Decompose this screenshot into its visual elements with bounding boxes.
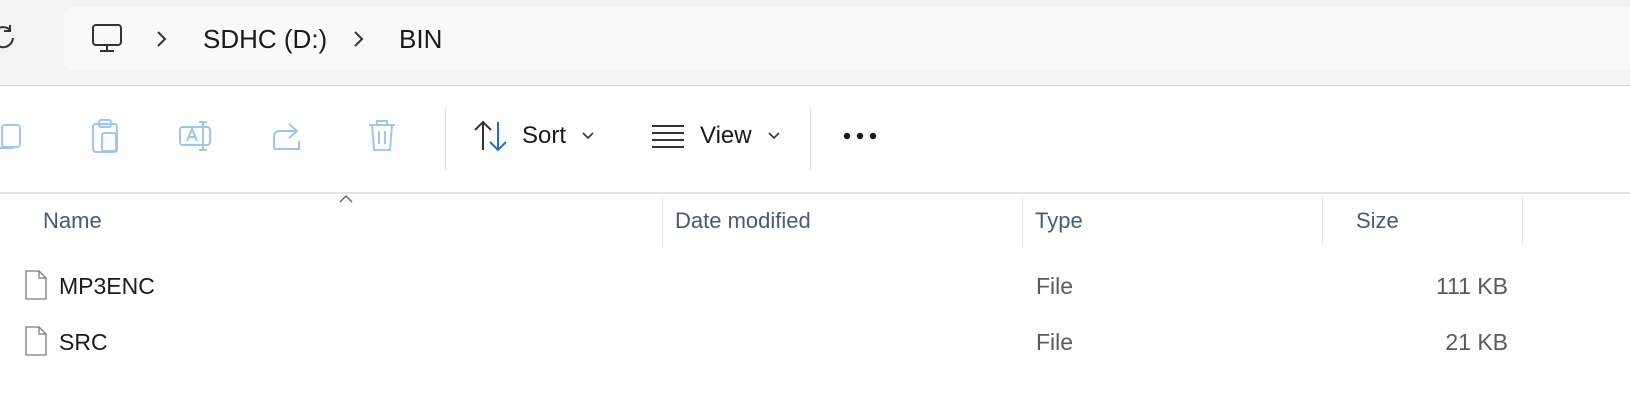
- file-size: 111 KB: [1435, 273, 1508, 299]
- paste-button[interactable]: [85, 116, 125, 156]
- command-bar: Sort View: [0, 86, 1630, 194]
- column-divider[interactable]: [662, 196, 663, 246]
- column-header-date-modified[interactable]: Date modified: [675, 196, 811, 246]
- sort-button[interactable]: Sort: [472, 114, 606, 158]
- address-region: SDHC (D:) BIN: [0, 0, 1630, 86]
- share-button[interactable]: [268, 116, 308, 156]
- file-type: File: [1036, 329, 1074, 355]
- this-pc-icon[interactable]: [90, 23, 124, 53]
- delete-icon: [369, 120, 395, 151]
- sort-label: Sort: [522, 122, 567, 149]
- column-header-size[interactable]: Size: [1356, 196, 1399, 246]
- more-icon: [843, 132, 877, 140]
- column-divider[interactable]: [1322, 196, 1323, 246]
- column-header-name[interactable]: Name: [43, 196, 102, 246]
- chevron-right-icon[interactable]: [351, 29, 367, 49]
- chevron-down-icon: [582, 132, 594, 140]
- file-icon: [25, 270, 47, 300]
- share-icon: [273, 123, 300, 150]
- file-icon: [25, 326, 47, 356]
- chevron-down-icon: [768, 132, 780, 140]
- file-type: File: [1036, 273, 1074, 299]
- file-row[interactable]: SRC File 21 KB: [0, 316, 1630, 370]
- rename-icon: [179, 121, 211, 151]
- chevron-right-icon[interactable]: [154, 29, 170, 49]
- column-header-type[interactable]: Type: [1035, 196, 1083, 246]
- view-icon: [652, 125, 684, 148]
- copy-icon: [0, 124, 21, 149]
- more-options-button[interactable]: [838, 118, 882, 154]
- view-button[interactable]: View: [650, 114, 784, 158]
- divider: [0, 192, 1630, 194]
- file-name: SRC: [59, 329, 108, 355]
- file-size: 21 KB: [1445, 329, 1508, 355]
- column-divider[interactable]: [1022, 196, 1023, 246]
- breadcrumb-folder[interactable]: BIN: [399, 25, 442, 53]
- column-divider[interactable]: [1522, 196, 1523, 246]
- divider: [810, 108, 811, 170]
- breadcrumb-drive[interactable]: SDHC (D:): [203, 25, 327, 53]
- view-label: View: [700, 122, 752, 149]
- sort-ascending-icon: [339, 195, 353, 203]
- copy-button[interactable]: [0, 118, 26, 154]
- divider: [445, 108, 446, 170]
- delete-button[interactable]: [362, 116, 402, 156]
- file-name: MP3ENC: [59, 273, 155, 299]
- refresh-button[interactable]: [0, 20, 20, 54]
- file-row[interactable]: MP3ENC File 111 KB: [0, 260, 1630, 314]
- rename-button[interactable]: [176, 116, 216, 156]
- sort-icon: [474, 120, 507, 152]
- address-bar[interactable]: SDHC (D:) BIN: [64, 7, 1630, 70]
- paste-icon: [92, 119, 118, 153]
- refresh-icon: [0, 25, 14, 49]
